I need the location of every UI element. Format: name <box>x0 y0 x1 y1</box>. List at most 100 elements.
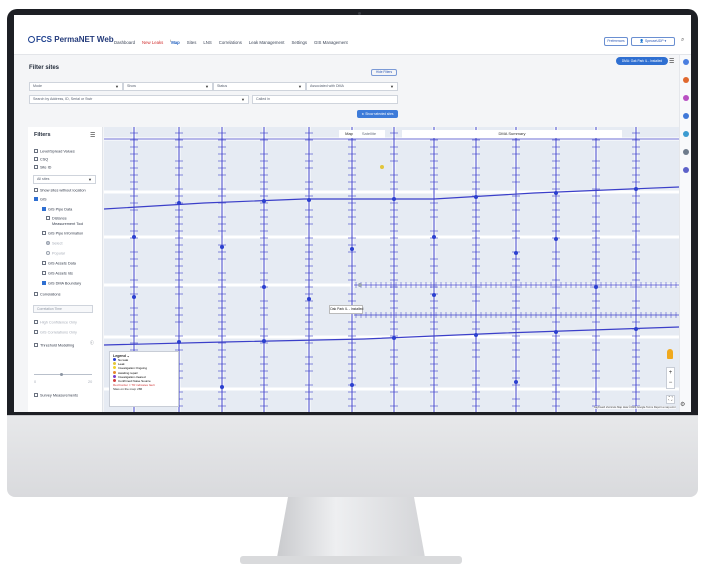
gis-label: GIS <box>40 197 47 202</box>
zoom-in-button[interactable]: + <box>667 368 674 378</box>
pipe-info-radio-1[interactable]: Select <box>46 241 63 246</box>
dma-selection-pill[interactable]: DMA: Oak Park IL - Installed <box>616 57 668 65</box>
high-confidence-label: High Confidence Only <box>40 320 77 325</box>
app-logo[interactable]: FCS PermaNET Web <box>28 35 114 44</box>
nav-item-gis-management[interactable]: GIS Management <box>314 40 348 45</box>
chevron-down-icon: ▼ <box>205 84 209 89</box>
ruler-icon[interactable] <box>683 149 689 155</box>
cloud-icon[interactable] <box>683 131 689 137</box>
checkbox-icon <box>34 330 38 334</box>
zoom-out-button[interactable]: − <box>667 378 674 388</box>
pipe-info-radio-2[interactable]: Popular <box>46 251 65 256</box>
site-marker <box>177 201 181 205</box>
preferences-button[interactable]: Preferences <box>604 37 628 46</box>
all-sites-select[interactable]: All sites ▼ <box>33 175 96 184</box>
gis-assets-data-checkbox[interactable]: GIS Assets Data <box>42 261 76 266</box>
survey-measurements-checkbox[interactable]: Survey Measurements <box>34 393 78 398</box>
alert-icon[interactable] <box>683 77 689 83</box>
nav-item-lns[interactable]: LNS <box>203 40 211 45</box>
site-marker <box>474 195 478 199</box>
gis-pipe-info-label: GIS Pipe Information <box>48 231 84 236</box>
correlations-checkbox[interactable]: Correlations <box>34 292 60 297</box>
nav-item-leak-management[interactable]: Leak Management <box>249 40 285 45</box>
status-select[interactable]: Status ▼ <box>213 82 306 91</box>
called-in-select[interactable]: Called in <box>252 95 398 104</box>
dma-summary-bar[interactable]: DMA Summary <box>402 130 622 138</box>
user-name: SpecaeUDP <box>644 39 664 43</box>
sync-icon[interactable] <box>683 113 689 119</box>
checkbox-icon <box>34 149 38 153</box>
checkbox-icon <box>34 157 38 161</box>
csq-label: CSQ <box>40 157 49 162</box>
level-spread-checkbox[interactable]: Level/Spread Values <box>34 149 75 154</box>
distance-tool-checkbox[interactable]: Distance <box>46 216 67 221</box>
layers-icon[interactable] <box>683 59 689 65</box>
nav-item-new-leaks[interactable]: New Leaks <box>142 40 163 45</box>
threshold-modelling-checkbox[interactable]: Threshold Modelling <box>34 343 74 348</box>
search-icon[interactable]: ⌕ <box>681 37 684 44</box>
site-marker <box>554 191 558 195</box>
show-select[interactable]: Show ▼ <box>123 82 213 91</box>
site-marker <box>432 235 436 239</box>
site-marker <box>634 187 638 191</box>
checkbox-checked-icon <box>34 197 38 201</box>
chat-icon[interactable] <box>683 167 689 173</box>
threshold-slider[interactable] <box>34 372 92 376</box>
site-marker <box>220 385 224 389</box>
site-marker <box>262 199 266 203</box>
nav-item-correlations[interactable]: Correlations <box>219 40 242 45</box>
gis-correlations-checkbox[interactable]: GIS Correlations Only <box>34 330 77 335</box>
street-view-pegman-icon[interactable] <box>667 349 673 359</box>
gis-pipe-data-checkbox[interactable]: GIS Pipe Data <box>42 207 72 212</box>
fullscreen-icon[interactable]: ⛶ <box>666 395 675 404</box>
csq-checkbox[interactable]: CSQ <box>34 157 48 162</box>
logo-ring-icon <box>28 36 35 43</box>
site-marker-leak <box>380 165 384 169</box>
hide-filters-button[interactable]: Hide Filters <box>371 69 397 76</box>
gis-checkbox[interactable]: GIS <box>34 197 47 202</box>
legend-dot-icon <box>113 370 116 374</box>
site-search-input[interactable]: Search by Address, ID, Serial or Swtr ▼ <box>29 95 249 104</box>
high-confidence-checkbox[interactable]: High Confidence Only <box>34 320 77 325</box>
filter-list-icon[interactable]: ☰ <box>90 132 95 139</box>
gear-icon[interactable]: ⚙ <box>680 401 685 408</box>
map-type-tabs: Map Satellite <box>339 130 385 138</box>
site-marker <box>177 340 181 344</box>
gis-dma-boundary-checkbox[interactable]: GIS DMA Boundary <box>42 281 81 286</box>
correlation-time-field[interactable]: Correlation Time <box>33 305 93 313</box>
show-without-location-checkbox[interactable]: Show sites without location <box>34 188 86 193</box>
user-menu-button[interactable]: 👤 SpecaeUDP ▾ <box>631 37 675 46</box>
checkbox-icon <box>34 393 38 397</box>
nav-item-settings[interactable]: Settings <box>291 40 307 45</box>
show-without-location-label: Show sites without location <box>40 188 86 193</box>
panel-toggle-icon[interactable]: ☰ <box>669 58 674 65</box>
associated-dma-label: Associated with DMA <box>310 84 344 88</box>
site-marker <box>514 380 518 384</box>
site-marker <box>474 333 478 337</box>
people-icon[interactable] <box>683 95 689 101</box>
mode-select[interactable]: Mode ▼ <box>29 82 123 91</box>
site-marker <box>554 237 558 241</box>
slider-handle[interactable] <box>60 372 63 376</box>
show-selected-sites-button[interactable]: ★ Show selected sites <box>357 110 398 118</box>
nav-item-map[interactable]: Map <box>171 40 180 45</box>
map-view[interactable]: Map Satellite DMA Summary Oak Park IL - I… <box>104 127 679 412</box>
gis-pipe-data-label: GIS Pipe Data <box>48 207 73 212</box>
gis-assets-ids-checkbox[interactable]: GIS Assets Ids <box>42 271 73 276</box>
level-spread-label: Level/Spread Values <box>40 149 75 154</box>
site-marker <box>132 235 136 239</box>
tab-satellite[interactable]: Satellite <box>359 130 379 138</box>
legend-dot-icon <box>113 366 116 370</box>
tab-map[interactable]: Map <box>339 130 359 138</box>
called-in-label: Called in <box>256 97 270 101</box>
radio-1-label: Select <box>52 241 63 246</box>
gis-pipe-info-checkbox[interactable]: GIS Pipe Information <box>42 231 83 236</box>
nav-item-dashboard[interactable]: Dashboard <box>114 40 135 45</box>
associated-dma-select[interactable]: Associated with DMA ▼ <box>306 82 398 91</box>
radio-icon <box>46 251 50 255</box>
legend-items: No leak Leak Investigation Ongoing Awaiting… <box>113 358 175 383</box>
site-id-checkbox[interactable]: Site ID <box>34 165 51 170</box>
gis-correlations-label: GIS Correlations Only <box>40 330 77 335</box>
nav-item-sites[interactable]: Sites <box>187 40 197 45</box>
info-icon[interactable]: ⓘ <box>90 341 94 346</box>
